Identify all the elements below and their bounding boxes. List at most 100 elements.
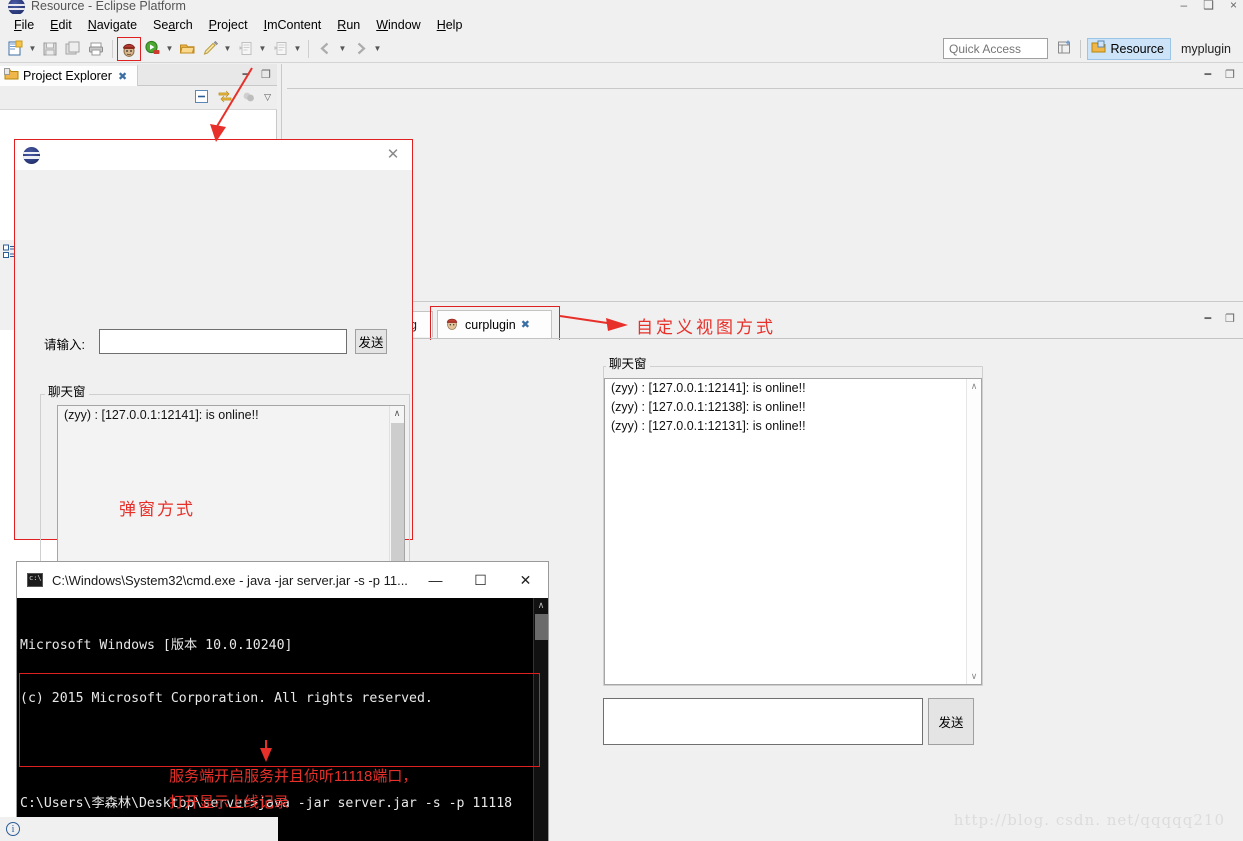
curplugin-view-controls: ━ ❐ [1205, 312, 1236, 325]
chevron-down-icon[interactable]: ▼ [292, 38, 303, 60]
chevron-down-icon[interactable]: ▼ [337, 38, 348, 60]
info-icon[interactable]: i [6, 822, 20, 836]
cmd-maximize-button[interactable]: ☐ [458, 572, 503, 589]
link-with-editor-icon[interactable] [217, 89, 233, 107]
minimize-icon[interactable]: ━ [1205, 68, 1212, 81]
menu-item-file[interactable]: File [6, 16, 42, 34]
perspective-resource[interactable]: Resource [1087, 37, 1171, 60]
imcontent-plugin-icon[interactable] [117, 36, 141, 61]
close-icon[interactable]: ✖ [118, 70, 127, 83]
quick-access-container [943, 38, 1048, 59]
cmd-close-button[interactable]: ✕ [503, 572, 548, 589]
scroll-thumb[interactable] [535, 614, 548, 640]
dialog-chat-group-label: 聊天窗 [45, 381, 89, 400]
window-close-button[interactable]: × [1230, 0, 1237, 12]
menu-item-navigate[interactable]: Navigate [80, 16, 145, 34]
cmd-window: C:\Windows\System32\cmd.exe - java -jar … [16, 561, 549, 841]
editor-area-top-inner [287, 66, 1243, 302]
resource-perspective-icon [1091, 40, 1106, 58]
perspective-myplugin[interactable]: myplugin [1177, 41, 1235, 57]
menu-item-project[interactable]: Project [201, 16, 256, 34]
menu-item-run[interactable]: Run [329, 16, 368, 34]
menu-item-window[interactable]: Window [368, 16, 428, 34]
run-icon[interactable] [141, 38, 163, 60]
annotation-server-start: 服务端开启服务并且侦听11118端口， 打开显示上线记录 [169, 764, 417, 816]
menu-item-help[interactable]: Help [429, 16, 471, 34]
window-minimize-button[interactable]: – [1181, 0, 1188, 12]
project-explorer-toolbar: ▽ [0, 86, 277, 110]
perspective-separator [1080, 39, 1082, 58]
minimize-icon[interactable]: ━ [243, 68, 250, 81]
editor-tab-underline [287, 88, 1243, 89]
chevron-down-icon[interactable]: ▼ [27, 38, 38, 60]
popup-dialog: ✕ 请输入: 发送 聊天窗 (zyy) : [127.0.0.1:12141]:… [14, 139, 413, 622]
toolbar-separator [112, 39, 113, 58]
chevron-down-icon[interactable]: ▼ [372, 38, 383, 60]
list-item: (zyy) : [127.0.0.1:12141]: is online!! [64, 408, 259, 422]
dialog-send-button[interactable]: 发送 [355, 329, 387, 354]
chevron-down-icon[interactable]: ▼ [257, 38, 268, 60]
screenshot-root: Resource - Eclipse Platform – ❑ × File E… [0, 0, 1243, 841]
new-icon[interactable] [4, 38, 26, 60]
chevron-down-icon[interactable]: ▼ [222, 38, 233, 60]
dialog-close-button[interactable]: ✕ [384, 146, 402, 164]
focus-icon[interactable] [241, 89, 256, 107]
eclipse-icon [8, 0, 25, 15]
perspective-bar: Resource myplugin [1057, 36, 1243, 61]
annotation-custom-view: 自定义视图方式 [636, 318, 776, 337]
annotation-line-1: 服务端开启服务并且侦听11118端口， [169, 768, 418, 785]
scroll-down-icon[interactable]: ∨ [971, 669, 978, 684]
back-icon[interactable] [314, 38, 336, 60]
menu-item-imcontent[interactable]: ImContent [256, 16, 330, 34]
annotation-line-2: 打开显示上线记录 [169, 794, 290, 811]
open-perspective-icon[interactable] [1057, 39, 1074, 59]
maximize-icon[interactable]: ❐ [261, 68, 271, 81]
minimize-icon[interactable]: ━ [1205, 312, 1212, 325]
quick-access-input[interactable] [943, 38, 1048, 59]
cmd-minimize-button[interactable]: — [413, 572, 458, 588]
list-item: (zyy) : [127.0.0.1:12138]: is online!! [611, 400, 806, 414]
tab-project-explorer-label: Project Explorer [23, 69, 112, 83]
view-menu-icon[interactable]: ▽ [264, 92, 271, 103]
next-annotation-icon[interactable] [234, 38, 256, 60]
editor-top-view-controls: ━ ❐ [1205, 68, 1236, 81]
window-maximize-button[interactable]: ❑ [1203, 0, 1214, 12]
curplugin-tab-underline [287, 338, 1243, 339]
tab-project-explorer[interactable]: Project Explorer ✖ [0, 64, 138, 86]
scroll-up-icon[interactable]: ∧ [534, 600, 548, 611]
forward-icon[interactable] [349, 38, 371, 60]
menu-item-edit[interactable]: Edit [42, 16, 80, 34]
maximize-icon[interactable]: ❐ [1225, 312, 1235, 325]
curplugin-send-button[interactable]: 发送 [928, 698, 974, 745]
window-title: Resource - Eclipse Platform [31, 0, 186, 13]
list-item: (zyy) : [127.0.0.1:12141]: is online!! [611, 381, 806, 395]
maximize-icon[interactable]: ❐ [1225, 68, 1235, 81]
save-all-icon[interactable] [62, 38, 84, 60]
print-icon[interactable] [85, 38, 107, 60]
curplugin-chat-list[interactable]: (zyy) : [127.0.0.1:12141]: is online!! (… [604, 378, 982, 685]
dialog-title-bar [15, 140, 412, 170]
open-resource-icon[interactable] [176, 38, 198, 60]
chevron-down-icon[interactable]: ▼ [164, 38, 175, 60]
cmd-icon [27, 573, 43, 587]
scroll-up-icon[interactable]: ∧ [394, 406, 401, 419]
toolbar-separator [308, 39, 309, 58]
menu-bar: File Edit Navigate Search Project ImCont… [0, 14, 1243, 35]
chat-scrollbar[interactable]: ∧ ∨ [966, 379, 981, 684]
curplugin-message-input[interactable] [603, 698, 923, 745]
project-explorer-tab-row: Project Explorer ✖ ━ ❐ [0, 64, 277, 86]
menu-item-search[interactable]: Search [145, 16, 201, 34]
scroll-up-icon[interactable]: ∧ [971, 379, 978, 394]
collapse-all-icon[interactable] [194, 89, 209, 107]
dialog-message-input[interactable] [99, 329, 347, 354]
cmd-window-controls: — ☐ ✕ [413, 562, 548, 598]
previous-annotation-icon[interactable] [269, 38, 291, 60]
list-item: (zyy) : [127.0.0.1:12131]: is online!! [611, 419, 806, 433]
project-explorer-icon [4, 67, 19, 85]
perspective-resource-label: Resource [1110, 41, 1164, 56]
dialog-input-label: 请输入: [44, 338, 85, 352]
annotation-popup-mode: 弹窗方式 [119, 500, 195, 519]
project-explorer-view-controls: ━ ❐ [243, 68, 272, 81]
save-icon[interactable] [39, 38, 61, 60]
build-icon[interactable] [199, 38, 221, 60]
